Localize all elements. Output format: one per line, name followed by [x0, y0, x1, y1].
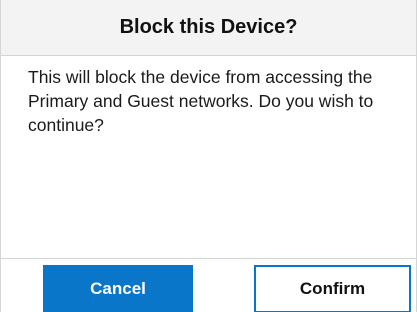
- dialog-body: This will block the device from accessin…: [1, 57, 416, 258]
- dialog-header: Block this Device?: [1, 0, 416, 56]
- cancel-button[interactable]: Cancel: [43, 265, 193, 312]
- block-device-dialog: Block this Device? This will block the d…: [0, 0, 417, 312]
- dialog-footer: Cancel Confirm: [1, 258, 416, 312]
- dialog-message: This will block the device from accessin…: [28, 67, 374, 135]
- dialog-title: Block this Device?: [119, 16, 298, 38]
- confirm-button[interactable]: Confirm: [254, 265, 411, 312]
